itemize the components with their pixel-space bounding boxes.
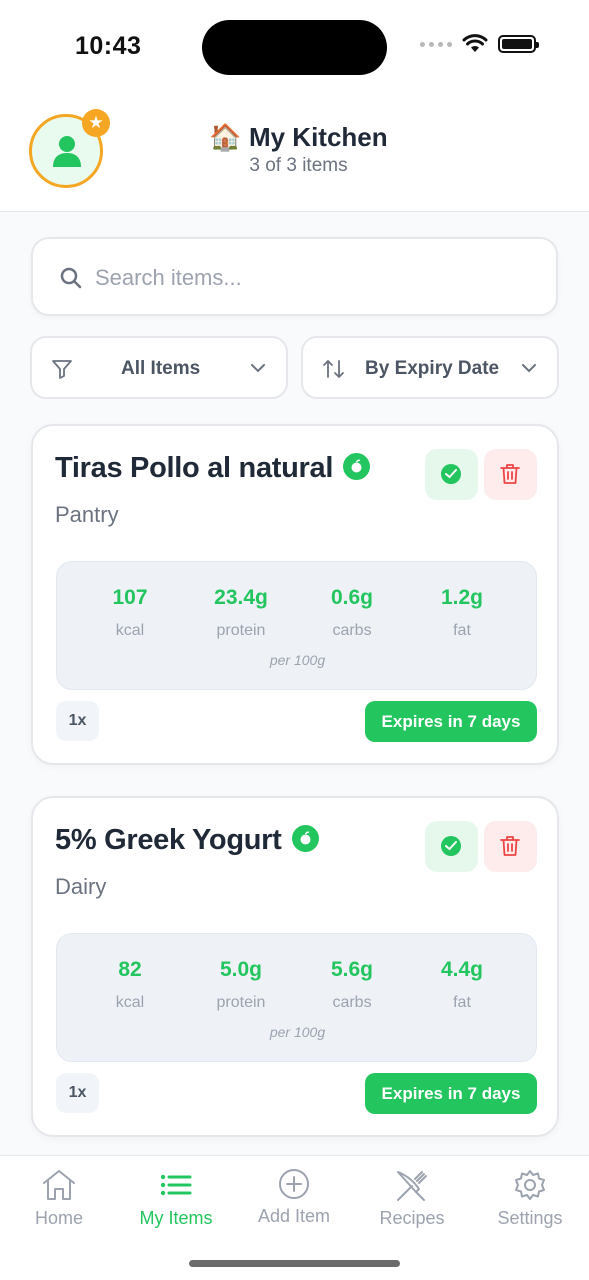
delete-item-button[interactable] bbox=[484, 449, 537, 500]
battery-icon bbox=[498, 35, 539, 53]
kcal-label: kcal bbox=[115, 994, 145, 1011]
carbs-label: carbs bbox=[332, 994, 372, 1011]
nav-home-label: Home bbox=[34, 1208, 83, 1228]
check-circle-icon bbox=[441, 836, 461, 856]
protein-value: 5.0g bbox=[219, 958, 263, 981]
status-time: 10:43 bbox=[75, 32, 142, 60]
home-icon bbox=[43, 1170, 75, 1200]
item-name: 5% Greek Yogurt bbox=[55, 824, 282, 856]
chevron-down-icon bbox=[251, 364, 265, 373]
search-bar[interactable] bbox=[31, 237, 558, 316]
protein-label: protein bbox=[216, 994, 266, 1011]
trash-icon bbox=[500, 464, 520, 484]
category-filter-dropdown[interactable]: All Items bbox=[30, 336, 288, 399]
item-name: Tiras Pollo al natural bbox=[55, 452, 334, 484]
wifi-icon bbox=[462, 34, 488, 52]
nutrition-panel: 82 kcal 5.0g protein 5.6g carbs 4.4g fat… bbox=[56, 933, 537, 1062]
nutrition-note: per 100g bbox=[269, 652, 326, 668]
nav-settings[interactable]: Settings bbox=[471, 1168, 589, 1229]
nav-settings-label: Settings bbox=[497, 1208, 563, 1228]
nav-home[interactable]: Home bbox=[0, 1168, 118, 1229]
nav-recipes[interactable]: Recipes bbox=[353, 1168, 471, 1229]
food-badge-icon bbox=[343, 452, 371, 480]
status-indicators bbox=[420, 34, 539, 54]
sort-label: By Expiry Date bbox=[365, 358, 500, 379]
filter-icon bbox=[52, 360, 72, 379]
nutrition-panel: 107 kcal 23.4g protein 0.6g carbs 1.2g f… bbox=[56, 561, 537, 690]
quantity-badge: 1x bbox=[56, 1073, 99, 1113]
nutrition-note: per 100g bbox=[269, 1024, 326, 1040]
plus-circle-icon bbox=[279, 1169, 309, 1199]
mark-consumed-button[interactable] bbox=[425, 821, 478, 872]
check-circle-icon bbox=[441, 464, 461, 484]
search-input[interactable] bbox=[95, 261, 535, 295]
nutrition-fat: 4.4g fat bbox=[412, 958, 512, 1012]
expiry-badge: Expires in 7 days bbox=[365, 1073, 537, 1114]
category-filter-label: All Items bbox=[121, 358, 201, 379]
status-bar: 10:43 bbox=[0, 0, 589, 90]
house-emoji-icon: 🏠 bbox=[209, 122, 242, 152]
fat-value: 1.2g bbox=[440, 586, 484, 609]
sort-dropdown[interactable]: By Expiry Date bbox=[301, 336, 559, 399]
item-card[interactable]: Tiras Pollo al natural Pantry 107 kcal 2… bbox=[31, 424, 559, 765]
nav-my-items-label: My Items bbox=[139, 1208, 213, 1228]
kcal-label: kcal bbox=[115, 622, 145, 639]
dynamic-island bbox=[202, 20, 387, 75]
protein-value: 23.4g bbox=[214, 586, 268, 609]
protein-label: protein bbox=[216, 622, 266, 639]
nutrition-carbs: 0.6g carbs bbox=[302, 586, 402, 640]
expiry-badge: Expires in 7 days bbox=[365, 701, 537, 742]
sort-arrows-icon bbox=[323, 360, 344, 378]
list-icon bbox=[160, 1174, 192, 1196]
food-badge-icon bbox=[291, 824, 319, 852]
item-count: 3 of 3 items bbox=[249, 155, 348, 176]
app-header: ★ 🏠 My Kitchen 3 of 3 items bbox=[0, 90, 589, 212]
nav-add-item[interactable]: Add Item bbox=[235, 1168, 353, 1227]
page-title: 🏠 My Kitchen bbox=[0, 122, 589, 153]
gear-icon bbox=[515, 1170, 545, 1200]
search-icon bbox=[60, 267, 82, 289]
kcal-value: 82 bbox=[118, 958, 142, 981]
fat-label: fat bbox=[453, 994, 471, 1011]
signal-icon bbox=[420, 41, 452, 47]
nav-add-item-label: Add Item bbox=[257, 1206, 331, 1226]
nav-recipes-label: Recipes bbox=[379, 1208, 445, 1228]
nutrition-protein: 23.4g protein bbox=[191, 586, 291, 640]
page-title-text: My Kitchen bbox=[248, 122, 388, 152]
nutrition-fat: 1.2g fat bbox=[412, 586, 512, 640]
nav-my-items[interactable]: My Items bbox=[117, 1168, 235, 1229]
nutrition-kcal: 107 kcal bbox=[80, 586, 180, 640]
kcal-value: 107 bbox=[112, 586, 148, 609]
item-category: Dairy bbox=[55, 874, 107, 899]
nutrition-kcal: 82 kcal bbox=[80, 958, 180, 1012]
home-indicator[interactable] bbox=[189, 1260, 400, 1267]
item-category: Pantry bbox=[55, 502, 119, 527]
chevron-down-icon bbox=[522, 364, 536, 373]
carbs-label: carbs bbox=[332, 622, 372, 639]
nutrition-carbs: 5.6g carbs bbox=[302, 958, 402, 1012]
item-name-row: 5% Greek Yogurt bbox=[55, 824, 319, 857]
fat-label: fat bbox=[453, 622, 471, 639]
item-name-row: Tiras Pollo al natural bbox=[55, 452, 371, 485]
delete-item-button[interactable] bbox=[484, 821, 537, 872]
mark-consumed-button[interactable] bbox=[425, 449, 478, 500]
fat-value: 4.4g bbox=[440, 958, 484, 981]
trash-icon bbox=[500, 836, 520, 856]
nutrition-protein: 5.0g protein bbox=[191, 958, 291, 1012]
utensils-icon bbox=[397, 1171, 427, 1201]
carbs-value: 5.6g bbox=[330, 958, 374, 981]
item-card[interactable]: 5% Greek Yogurt Dairy 82 kcal 5.0g prote… bbox=[31, 796, 559, 1137]
carbs-value: 0.6g bbox=[330, 586, 374, 609]
quantity-badge: 1x bbox=[56, 701, 99, 741]
